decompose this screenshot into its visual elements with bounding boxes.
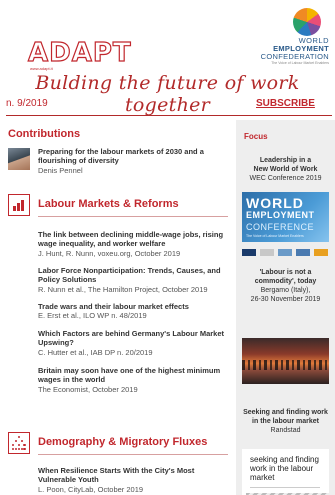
wec-logo-line3: CONFEDERATION bbox=[260, 52, 329, 61]
focus-link-randstad[interactable]: Seeking and finding work in the labour m… bbox=[236, 408, 335, 435]
section-divider bbox=[38, 216, 228, 217]
article-meta: L. Poon, CityLab, October 2019 bbox=[38, 485, 144, 494]
report-divider bbox=[250, 487, 320, 488]
adapt-logo-text: ADAPT bbox=[27, 38, 132, 68]
focus-link-commodity[interactable]: 'Labour is not a commodity', today Berga… bbox=[236, 268, 335, 304]
sponsor-logo bbox=[260, 249, 274, 256]
issue-number: n. 9/2019 bbox=[6, 98, 48, 109]
tagline: Bulding the future of work together bbox=[35, 72, 300, 116]
focus-heading: Focus bbox=[244, 132, 268, 141]
banner-line4: The Voice of Labour Market Enablers bbox=[246, 234, 304, 238]
focus-wec-line2: New World of Work bbox=[253, 166, 318, 173]
sponsor-logo bbox=[242, 249, 256, 256]
adapt-logo-url: www.adapt.it bbox=[30, 66, 53, 71]
focus-randstad-line2: in the labour market bbox=[252, 418, 319, 425]
focus-randstad-line3: Randstad bbox=[270, 427, 301, 434]
report-title: seeking and finding work in the labour m… bbox=[250, 455, 319, 482]
article-meta: J. Hunt, R. Nunn, voxeu.org, October 201… bbox=[38, 249, 181, 258]
banner-line2: EMPLOYMENT bbox=[246, 210, 315, 220]
sponsor-logo bbox=[296, 249, 310, 256]
adapt-logo[interactable]: ADAPT www.adapt.it bbox=[27, 39, 131, 71]
article-meta: R. Nunn et al., The Hamilton Project, Oc… bbox=[38, 285, 208, 294]
focus-link-wec[interactable]: Leadership in a New World of Work WEC Co… bbox=[236, 156, 335, 183]
article-meta: The Economist, October 2019 bbox=[38, 385, 138, 394]
main-column: Contributions Preparing for the labour m… bbox=[0, 116, 232, 495]
labour-markets-heading: Labour Markets & Reforms bbox=[38, 198, 179, 210]
article-title-link[interactable]: Britain may soon have one of the highest… bbox=[38, 366, 228, 384]
sponsor-logos bbox=[242, 248, 329, 258]
article-title-link[interactable]: The link between declining middle-wage j… bbox=[38, 230, 228, 248]
banner-line1: WORLD bbox=[246, 195, 304, 211]
randstad-report-thumbnail[interactable]: seeking and finding work in the labour m… bbox=[242, 449, 329, 495]
sponsor-logo bbox=[278, 249, 292, 256]
wec-logo-line4: The Voice of Labour Market Enablers bbox=[271, 61, 329, 65]
focus-randstad-line1: Seeking and finding work bbox=[243, 409, 328, 416]
article-title-link[interactable]: Trade wars and their labour market effec… bbox=[38, 302, 228, 311]
article-title-link[interactable]: Which Factors are behind Germany's Labou… bbox=[38, 329, 228, 347]
sponsor-logo bbox=[314, 249, 328, 256]
article-title-link[interactable]: When Resilience Starts With the City's M… bbox=[38, 466, 228, 484]
focus-commodity-line2: commodity', today bbox=[254, 278, 317, 285]
focus-sidebar: Focus Leadership in a New World of Work … bbox=[236, 120, 335, 495]
article-meta: C. Hutter et al., IAB DP n. 20/2019 bbox=[38, 348, 153, 357]
bergamo-photo[interactable] bbox=[242, 338, 329, 384]
focus-wec-line1: Leadership in a bbox=[259, 157, 312, 164]
contribution-title-link[interactable]: Preparing for the labour markets of 2030… bbox=[38, 147, 228, 165]
contribution-author: Denis Pennel bbox=[38, 166, 83, 175]
wec-logo[interactable]: WORLD EMPLOYMENT CONFEDERATION The Voice… bbox=[238, 6, 333, 66]
focus-commodity-line4: 26-30 November 2019 bbox=[250, 296, 321, 303]
article-title-link[interactable]: Labor Force Nonparticipation: Trends, Ca… bbox=[38, 266, 228, 284]
demography-heading: Demography & Migratory Fluxes bbox=[38, 436, 208, 448]
newsletter-header: ADAPT www.adapt.it WORLD EMPLOYMENT CONF… bbox=[0, 0, 335, 116]
focus-commodity-line3: Bergamo (Italy), bbox=[260, 287, 311, 294]
wec-conference-banner[interactable]: WORLD EMPLOYMENT CONFERENCE The Voice of… bbox=[242, 192, 329, 242]
population-icon bbox=[8, 432, 30, 454]
globe-icon bbox=[293, 8, 321, 36]
focus-commodity-line1: 'Labour is not a bbox=[259, 269, 312, 276]
focus-wec-line3: WEC Conference 2019 bbox=[249, 175, 322, 182]
subscribe-link[interactable]: SUBSCRIBE bbox=[256, 98, 315, 109]
contributions-heading: Contributions bbox=[8, 128, 81, 140]
article-meta: E. Erst et al., ILO WP n. 48/2019 bbox=[38, 311, 147, 320]
banner-line3: CONFERENCE bbox=[246, 222, 315, 232]
bar-chart-icon bbox=[8, 194, 30, 216]
section-divider bbox=[38, 454, 228, 455]
city-skyline bbox=[242, 360, 329, 370]
author-photo bbox=[8, 148, 30, 170]
